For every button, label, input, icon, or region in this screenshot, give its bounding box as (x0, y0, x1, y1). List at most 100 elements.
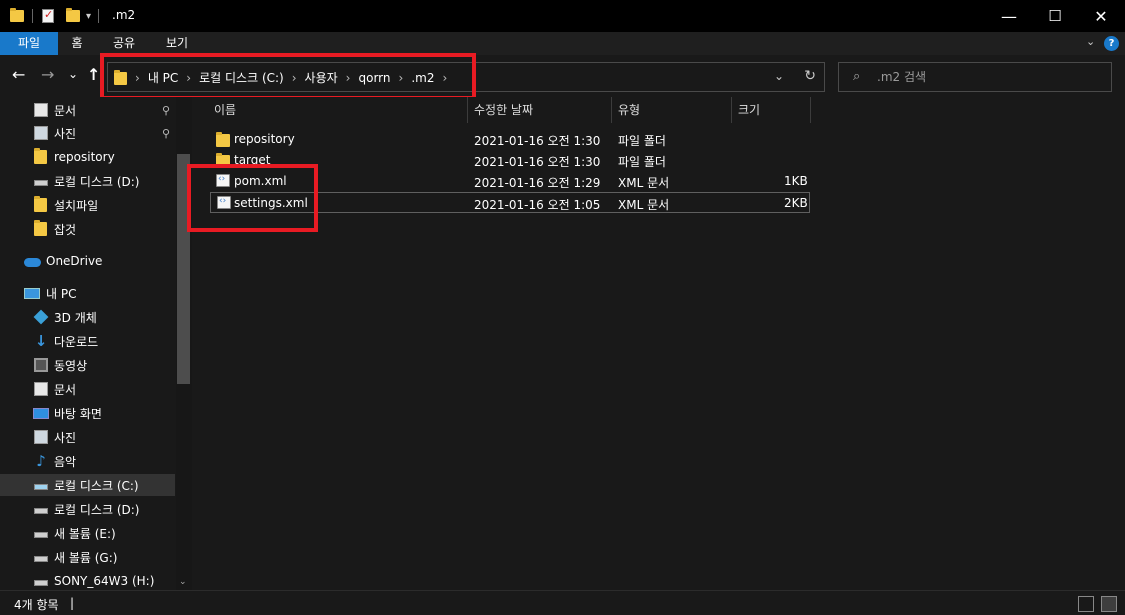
tab-share[interactable]: 공유 (104, 32, 144, 55)
large-icons-view-icon[interactable] (1101, 596, 1117, 612)
drive-c-icon (34, 484, 48, 490)
breadcrumb-item-this-pc[interactable]: 내 PC (148, 69, 178, 86)
close-button[interactable]: ✕ (1078, 0, 1124, 32)
sidebar-item-downloads[interactable]: ↓ 다운로드 (0, 330, 175, 352)
file-type: 파일 폴더 (618, 134, 666, 148)
title-bar: ▾ .m2 — ☐ ✕ (0, 0, 1125, 32)
sidebar-item-label: 새 볼륨 (G:) (54, 550, 118, 565)
breadcrumb-item-user[interactable]: qorrn (358, 71, 390, 85)
sidebar-item-music[interactable]: ♪ 음악 (0, 450, 175, 472)
sidebar-item-pictures[interactable]: 사진 (0, 426, 175, 448)
file-modified: 2021-01-16 오전 1:30 (474, 155, 601, 169)
tab-view[interactable]: 보기 (156, 32, 198, 55)
drive-icon (34, 556, 48, 562)
forward-button[interactable]: → (41, 65, 54, 84)
ribbon-expand-chevron-icon[interactable]: ⌄ (1086, 35, 1095, 48)
pin-icon[interactable]: ⚲ (162, 127, 170, 140)
recent-locations-chevron-icon[interactable]: ⌄ (68, 67, 78, 81)
sidebar-item-local-disk-d[interactable]: 로컬 디스크 (D:) (0, 498, 175, 520)
sidebar-item-label: 3D 개체 (54, 310, 97, 325)
sidebar-item-volume-g[interactable]: 새 볼륨 (G:) (0, 546, 175, 568)
sidebar-item-local-disk-d-quick[interactable]: 로컬 디스크 (D:) (0, 170, 175, 192)
xml-file-icon (216, 174, 230, 187)
file-list: 이름 수정한 날짜 유형 크기 repository 2021-01-16 오전… (192, 97, 1125, 590)
address-history-chevron-icon[interactable]: ⌄ (774, 69, 784, 83)
breadcrumb-separator[interactable]: › (399, 71, 404, 85)
tab-file[interactable]: 파일 (0, 32, 58, 55)
properties-icon[interactable] (42, 8, 54, 23)
refresh-icon[interactable]: ↻ (804, 68, 816, 84)
breadcrumb-separator[interactable]: › (442, 71, 447, 85)
sidebar-item-label: 사진 (54, 126, 77, 141)
breadcrumb-separator[interactable]: › (292, 71, 297, 85)
sidebar-item-documents-quick[interactable]: 문서 ⚲ (0, 99, 175, 121)
sidebar-item-desktop[interactable]: 바탕 화면 (0, 402, 175, 424)
column-divider[interactable] (467, 97, 468, 123)
sidebar-item-install-files[interactable]: 설치파일 (0, 194, 175, 216)
window-title: .m2 (112, 8, 136, 22)
sidebar-item-this-pc[interactable]: 내 PC (0, 282, 175, 304)
pin-icon[interactable]: ⚲ (162, 104, 170, 117)
new-folder-icon[interactable] (66, 8, 80, 22)
breadcrumb-separator[interactable]: › (186, 71, 191, 85)
file-row-settings-xml[interactable]: settings.xml 2021-01-16 오전 1:05 XML 문서 2… (210, 192, 810, 213)
sidebar-item-local-disk-c[interactable]: 로컬 디스크 (C:) (0, 474, 175, 496)
search-box[interactable]: ⌕ (838, 62, 1112, 92)
sidebar-item-label: 로컬 디스크 (D:) (54, 502, 140, 517)
column-header-type[interactable]: 유형 (618, 97, 640, 123)
status-divider: | (70, 596, 75, 610)
file-modified: 2021-01-16 오전 1:30 (474, 134, 601, 148)
sidebar-item-misc[interactable]: 잡것 (0, 218, 175, 240)
column-divider[interactable] (611, 97, 612, 123)
up-button[interactable]: ↑ (87, 65, 100, 84)
navigation-bar: ← → ⌄ ↑ › 내 PC › 로컬 디스크 (C:) › 사용자 › qor… (0, 55, 1125, 97)
back-button[interactable]: ← (12, 65, 25, 84)
search-icon: ⌕ (853, 69, 861, 84)
sidebar-item-label: 잡것 (54, 222, 77, 237)
address-bar[interactable]: › 내 PC › 로컬 디스크 (C:) › 사용자 › qorrn › .m2… (107, 62, 825, 92)
file-type: XML 문서 (618, 198, 670, 212)
sidebar-item-label: 문서 (54, 382, 77, 397)
sidebar-item-documents[interactable]: 문서 (0, 378, 175, 400)
file-name: settings.xml (234, 196, 308, 210)
details-view-icon[interactable] (1078, 596, 1094, 612)
sidebar-item-3d-objects[interactable]: 3D 개체 (0, 306, 175, 328)
column-divider[interactable] (810, 97, 811, 123)
sidebar-scrollbar-thumb[interactable] (177, 154, 190, 384)
document-icon (34, 103, 48, 117)
breadcrumb-item-m2[interactable]: .m2 (411, 71, 434, 85)
sidebar-item-label: 문서 (54, 103, 77, 118)
toolbar-separator (32, 9, 33, 23)
sidebar-item-label: 음악 (54, 454, 77, 469)
folder-icon (114, 70, 127, 85)
column-divider[interactable] (731, 97, 732, 123)
file-row-target[interactable]: target 2021-01-16 오전 1:30 파일 폴더 (210, 150, 810, 171)
drive-icon (34, 580, 48, 586)
sidebar-item-sony-h[interactable]: SONY_64W3 (H:) (0, 570, 175, 590)
drive-icon (34, 508, 48, 514)
scroll-down-icon[interactable]: ⌄ (179, 577, 187, 587)
sidebar-item-pictures-quick[interactable]: 사진 ⚲ (0, 122, 175, 144)
music-icon: ♪ (36, 452, 46, 470)
help-icon[interactable]: ? (1104, 36, 1119, 51)
breadcrumb-item-users[interactable]: 사용자 (305, 69, 338, 86)
maximize-button[interactable]: ☐ (1032, 0, 1078, 32)
search-input[interactable] (877, 68, 1097, 86)
customize-toolbar-chevron-icon[interactable]: ▾ (86, 11, 91, 22)
file-modified: 2021-01-16 오전 1:05 (474, 198, 601, 212)
breadcrumb-item-local-disk-c[interactable]: 로컬 디스크 (C:) (199, 69, 284, 86)
sidebar-item-onedrive[interactable]: OneDrive (0, 250, 175, 272)
minimize-button[interactable]: — (986, 0, 1032, 32)
column-header-size[interactable]: 크기 (738, 97, 760, 123)
tab-home[interactable]: 홈 (58, 32, 96, 55)
sidebar-item-repository[interactable]: repository (0, 146, 175, 168)
column-header-modified[interactable]: 수정한 날짜 (474, 97, 533, 123)
column-header-name[interactable]: 이름 (214, 97, 236, 123)
sidebar-item-volume-e[interactable]: 새 볼륨 (E:) (0, 522, 175, 544)
breadcrumb-separator[interactable]: › (346, 71, 351, 85)
sidebar-item-label: 다운로드 (54, 334, 99, 349)
quick-access-toolbar: ▾ (10, 7, 100, 25)
sidebar-item-videos[interactable]: 동영상 (0, 354, 175, 376)
file-row-pom-xml[interactable]: pom.xml 2021-01-16 오전 1:29 XML 문서 1KB (210, 171, 810, 192)
file-row-repository[interactable]: repository 2021-01-16 오전 1:30 파일 폴더 (210, 129, 810, 150)
